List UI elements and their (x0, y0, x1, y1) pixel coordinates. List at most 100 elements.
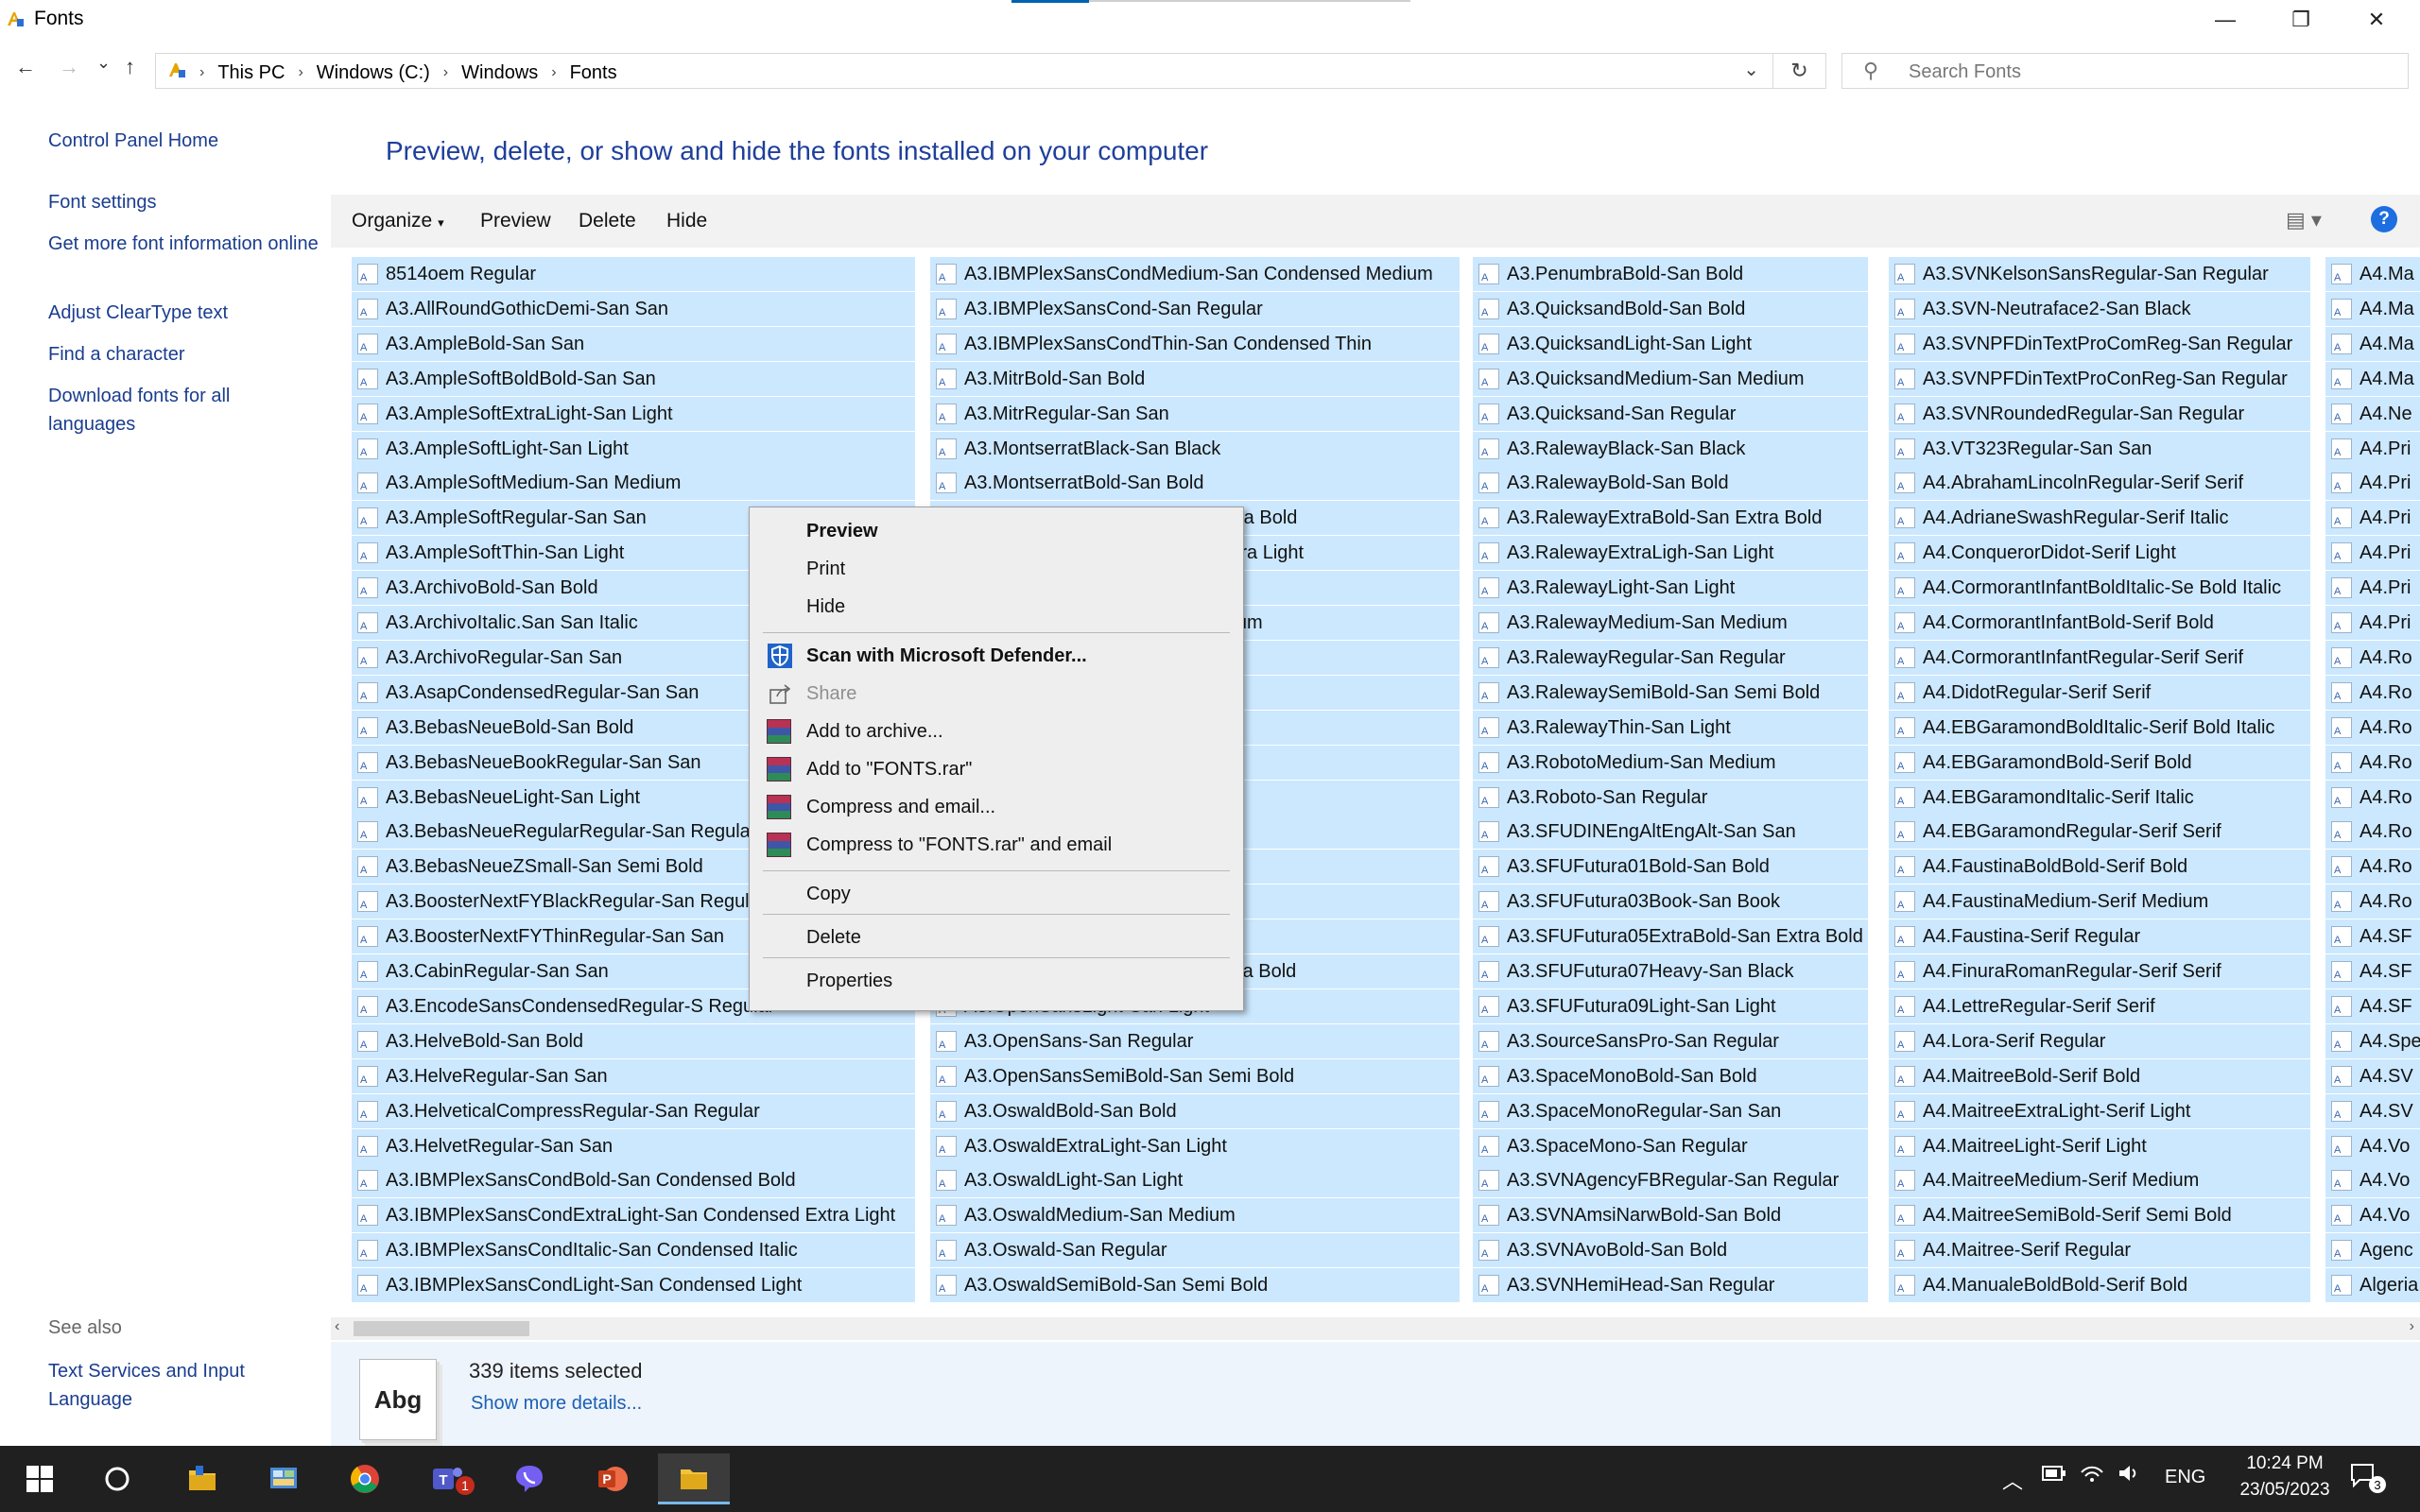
start-button[interactable] (4, 1453, 76, 1504)
font-item[interactable]: A A3.Roboto-San Regular (1473, 781, 1868, 815)
font-item[interactable]: A A4.CormorantInfantBoldItalic-Se Bold It… (1889, 571, 2310, 605)
font-item[interactable]: A Algeria (2325, 1268, 2420, 1302)
font-item[interactable]: A A4.FaustinaMedium-Serif Medium (1889, 885, 2310, 919)
font-item[interactable]: A A3.OpenSans-San Regular (930, 1024, 1460, 1058)
scroll-left-icon[interactable]: ‹ (335, 1318, 339, 1335)
font-item[interactable]: A A4.Spe (2325, 1024, 2420, 1058)
help-button[interactable]: ? (2371, 206, 2397, 232)
font-item[interactable]: A A3.SFUFutura07Heavy-San Black (1473, 954, 1868, 988)
font-item[interactable]: A A3.IBMPlexSansCond-San Regular (930, 292, 1460, 326)
font-item[interactable]: A A3.IBMPlexSansCondBold-San Condensed Bo… (352, 1163, 915, 1197)
menu-item-scan-defender[interactable]: Scan with Microsoft Defender... (750, 638, 1243, 674)
font-item[interactable]: A A3.RalewaySemiBold-San Semi Bold (1473, 676, 1868, 710)
font-item[interactable]: A A3.RalewayLight-San Light (1473, 571, 1868, 605)
font-item[interactable]: A A4.Lora-Serif Regular (1889, 1024, 2310, 1058)
font-item[interactable]: A A3.SFUFutura09Light-San Light (1473, 989, 1868, 1023)
font-item[interactable]: A A4.SF (2325, 989, 2420, 1023)
font-item[interactable]: A A4.Vo (2325, 1198, 2420, 1232)
font-item[interactable]: A A3.IBMPlexSansCondLight-San Condensed L… (352, 1268, 915, 1302)
address-dropdown-button[interactable]: ⌄ (1743, 58, 1759, 81)
font-item[interactable]: A A3.RalewayExtraLigh-San Light (1473, 536, 1868, 570)
battery-icon[interactable] (2042, 1465, 2066, 1487)
font-item[interactable]: A A4.FinuraRomanRegular-Serif Serif (1889, 954, 2310, 988)
font-item[interactable]: A A4.Ro (2325, 746, 2420, 780)
font-item[interactable]: A A3.QuicksandMedium-San Medium (1473, 362, 1868, 396)
font-item[interactable]: A A3.OswaldSemiBold-San Semi Bold (930, 1268, 1460, 1302)
forward-button[interactable]: → (59, 55, 79, 79)
font-item[interactable]: A A3.VT323Regular-San San (1889, 432, 2310, 466)
font-item[interactable]: A A4.Maitree-Serif Regular (1889, 1233, 2310, 1267)
font-item[interactable]: A A3.PenumbraBold-San Bold (1473, 257, 1868, 291)
font-item[interactable]: A A3.SFUFutura01Bold-San Bold (1473, 850, 1868, 884)
font-item[interactable]: A A4.EBGaramondBold-Serif Bold (1889, 746, 2310, 780)
font-item[interactable]: A A3.RalewayThin-San Light (1473, 711, 1868, 745)
font-item[interactable]: A A3.SourceSansPro-San Regular (1473, 1024, 1868, 1058)
font-item[interactable]: A A3.SFUFutura05ExtraBold-San Extra Bold (1473, 919, 1868, 954)
font-item[interactable]: A A4.Faustina-Serif Regular (1889, 919, 2310, 954)
clock[interactable]: 10:24 PM 23/05/2023 (2233, 1453, 2337, 1501)
font-settings-link[interactable]: Font settings (48, 188, 322, 216)
volume-icon[interactable] (2118, 1463, 2142, 1489)
menu-item-print[interactable]: Print (750, 551, 1243, 587)
font-item[interactable]: A A3.AmpleSoftBoldBold-San San (352, 362, 915, 396)
font-item[interactable]: A A3.MontserratBlack-San Black (930, 432, 1460, 466)
font-item[interactable]: A A4.Pri (2325, 606, 2420, 640)
view-options-icon[interactable]: ▤ ▾ (2286, 208, 2322, 232)
font-item[interactable]: A A4.EBGaramondRegular-Serif Serif (1889, 815, 2310, 849)
tray-overflow-icon[interactable]: ︿ (2002, 1465, 2023, 1495)
font-item[interactable]: A A4.Ro (2325, 815, 2420, 849)
find-character-link[interactable]: Find a character (48, 340, 322, 369)
font-item[interactable]: A A4.Pri (2325, 432, 2420, 466)
font-item[interactable]: A A4.SV (2325, 1059, 2420, 1093)
chevron-right-icon[interactable]: › (443, 64, 448, 81)
show-more-details-link[interactable]: Show more details... (471, 1393, 642, 1415)
font-item[interactable]: A A3.IBMPlexSansCondThin-San Condensed Th… (930, 327, 1460, 361)
font-item[interactable]: A A3.SpaceMono-San Regular (1473, 1129, 1868, 1163)
font-item[interactable]: A A4.MaitreeLight-Serif Light (1889, 1129, 2310, 1163)
font-item[interactable]: A A3.AmpleSoftExtraLight-San Light (352, 397, 915, 431)
more-font-info-link[interactable]: Get more font information online (48, 230, 322, 258)
font-item[interactable]: A A3.QuicksandLight-San Light (1473, 327, 1868, 361)
taskbar-control-panel[interactable] (248, 1453, 320, 1504)
font-item[interactable]: A A3.AmpleSoftMedium-San Medium (352, 466, 915, 500)
font-item[interactable]: A A3.IBMPlexSansCondMedium-San Condensed … (930, 257, 1460, 291)
preview-button[interactable]: Preview (480, 210, 551, 232)
menu-item-add-archive[interactable]: Add to archive... (750, 713, 1243, 749)
refresh-button[interactable]: ↻ (1773, 53, 1826, 89)
menu-item-compress-email[interactable]: Compress and email... (750, 789, 1243, 825)
font-item[interactable]: A A4.Ma (2325, 362, 2420, 396)
font-item[interactable]: A A3.HelveticalCompressRegular-San Regula… (352, 1094, 915, 1128)
cleartype-link[interactable]: Adjust ClearType text (48, 299, 322, 327)
font-item[interactable]: A A4.Vo (2325, 1129, 2420, 1163)
font-item[interactable]: A A3.MitrBold-San Bold (930, 362, 1460, 396)
breadcrumb-windows-c[interactable]: Windows (C:) (317, 62, 430, 84)
horizontal-scrollbar[interactable]: ‹ › (331, 1317, 2420, 1340)
minimize-button[interactable]: — (2187, 0, 2263, 40)
font-item[interactable]: A A3.Quicksand-San Regular (1473, 397, 1868, 431)
font-item[interactable]: A A3.QuicksandBold-San Bold (1473, 292, 1868, 326)
menu-item-delete[interactable]: Delete (750, 919, 1243, 955)
font-item[interactable]: A A4.SV (2325, 1094, 2420, 1128)
font-item[interactable]: A A4.Ma (2325, 292, 2420, 326)
menu-item-properties[interactable]: Properties (750, 963, 1243, 999)
font-item[interactable]: A A3.SVNAgencyFBRegular-San Regular (1473, 1163, 1868, 1197)
download-fonts-link[interactable]: Download fonts for all languages (48, 382, 322, 438)
font-item[interactable]: A A3.OswaldLight-San Light (930, 1163, 1460, 1197)
font-item[interactable]: A A4.Ro (2325, 781, 2420, 815)
font-item[interactable]: A A4.AdrianeSwashRegular-Serif Italic (1889, 501, 2310, 535)
menu-item-compress-rar-email[interactable]: Compress to "FONTS.rar" and email (750, 827, 1243, 863)
font-item[interactable]: A A3.OswaldMedium-San Medium (930, 1198, 1460, 1232)
taskbar-chrome[interactable] (329, 1453, 401, 1504)
font-item[interactable]: A A3.SVNAmsiNarwBold-San Bold (1473, 1198, 1868, 1232)
breadcrumb-this-pc[interactable]: This PC (217, 62, 285, 84)
font-item[interactable]: A A3.RalewayRegular-San Regular (1473, 641, 1868, 675)
font-item[interactable]: A A4.MaitreeBold-Serif Bold (1889, 1059, 2310, 1093)
font-item[interactable]: A A3.SVNHemiHead-San Regular (1473, 1268, 1868, 1302)
notification-center-button[interactable]: 3 (2350, 1463, 2386, 1493)
language-indicator[interactable]: ENG (2165, 1467, 2205, 1488)
font-item[interactable]: A A3.SVNPFDinTextProConReg-San Regular (1889, 362, 2310, 396)
back-button[interactable]: ← (15, 55, 36, 79)
text-services-link[interactable]: Text Services and Input Language (48, 1357, 322, 1414)
font-item[interactable]: A A4.MaitreeMedium-Serif Medium (1889, 1163, 2310, 1197)
breadcrumb-fonts[interactable]: Fonts (570, 62, 617, 84)
